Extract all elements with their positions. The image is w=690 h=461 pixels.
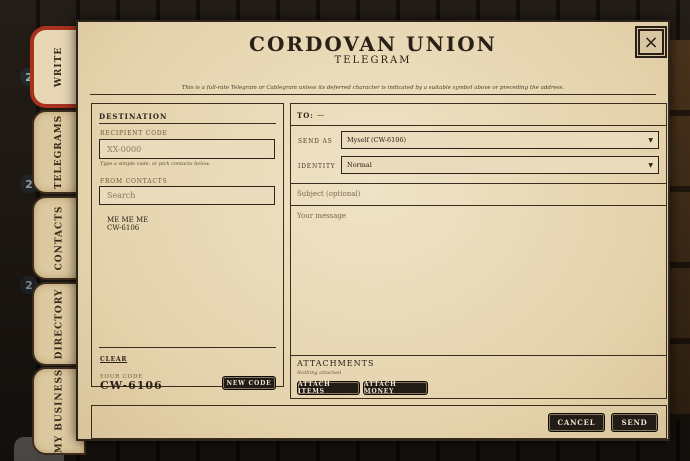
identity-label: IDENTITY [298,163,336,170]
attach-items-button[interactable]: ATTACH ITEMS [297,381,360,395]
contact-search-placeholder: Search [107,191,136,200]
chevron-down-icon: ▼ [648,161,653,169]
from-contacts-label: FROM CONTACTS [100,178,168,185]
send-button[interactable]: SEND [611,413,658,432]
contact-list-item[interactable]: ME ME ME CW-6106 [107,216,148,232]
tab-label: CONTACTS [54,205,64,271]
telegram-panel: CORDOVAN UNION TELEGRAM × This is a full… [76,20,670,441]
your-code-value: CW-6106 [100,379,163,392]
recipient-code-placeholder: XX-0000 [107,144,142,154]
to-label: TO: [297,111,314,120]
tab-label: WRITE [53,46,64,88]
to-value: — [317,111,324,119]
send-as-select[interactable]: Myself (CW-6106) ▼ [341,131,659,149]
compose-panel: TO: — SEND AS Myself (CW-6106) ▼ IDENTIT… [290,103,667,399]
header-divider [90,94,656,95]
chevron-down-icon: ▼ [648,136,653,144]
recipient-hint: Type a simple code, or pick contacts bel… [100,161,211,167]
contact-code: CW-6106 [107,224,140,232]
close-icon: × [643,31,659,53]
clear-button[interactable]: CLEAR [100,356,127,363]
attachments-empty: Nothing attached [297,370,342,376]
destination-divider-bottom [99,347,276,348]
action-bar: CANCEL SEND [91,405,667,439]
attachments-heading: ATTACHMENTS [297,359,375,368]
send-as-label: SEND AS [298,138,333,145]
message-textarea[interactable]: Your message [297,212,657,347]
message-divider [291,355,666,356]
panel-title: CORDOVAN UNION [249,32,497,56]
rate-notice: This is a full-rate Telegram or Cablegra… [181,85,565,91]
new-code-button[interactable]: NEW CODE [222,376,276,390]
recipient-code-input[interactable]: XX-0000 [99,139,275,159]
contact-name: ME ME ME [107,216,149,224]
close-button[interactable]: × [638,29,664,55]
tab-label: MY BUSINESS [54,368,65,454]
destination-panel: DESTINATION RECIPIENT CODE XX-0000 Type … [91,103,284,392]
identity-select[interactable]: Normal ▼ [341,156,659,174]
destination-heading: DESTINATION [99,112,168,121]
options-divider [291,183,666,184]
panel-subtitle: TELEGRAM [334,55,412,66]
tab-label: DIRECTORY [54,288,64,360]
subject-input[interactable]: Subject (optional) [297,190,657,202]
tab-label: TELEGRAMS [54,114,65,190]
recipient-code-label: RECIPIENT CODE [100,130,168,137]
contact-search-input[interactable]: Search [99,186,275,205]
cancel-button[interactable]: CANCEL [548,413,605,432]
subject-divider [291,205,666,206]
identity-value: Normal [347,161,372,169]
to-divider [291,125,666,126]
attach-money-button[interactable]: ATTACH MONEY [363,381,428,395]
send-as-value: Myself (CW-6106) [347,136,407,144]
destination-divider [99,123,276,124]
